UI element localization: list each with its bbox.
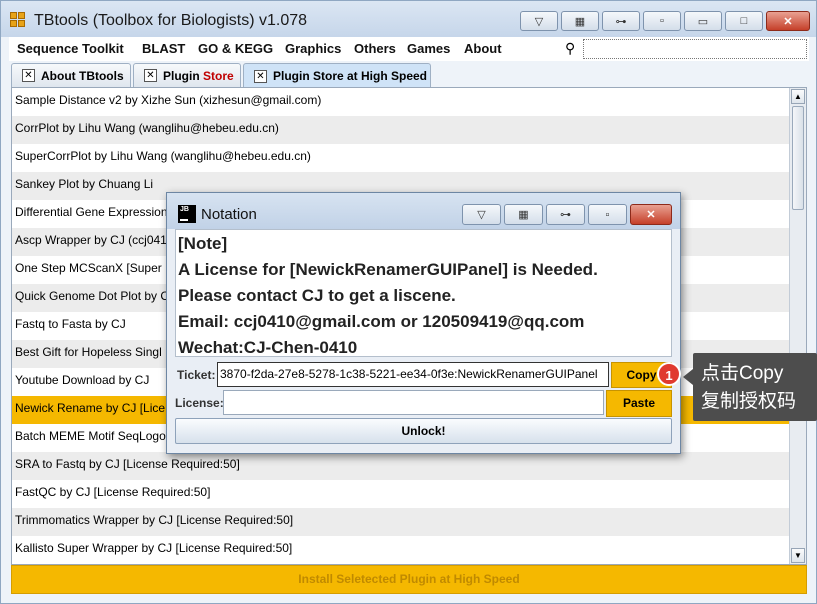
menu-graphics[interactable]: Graphics <box>285 41 341 56</box>
pin-icon[interactable]: ⊶ <box>546 204 585 225</box>
tab-about-tbtools[interactable]: ✕ About TBtools <box>11 63 131 87</box>
menu-about[interactable]: About <box>464 41 502 56</box>
callout-line-2: 复制授权码 <box>701 391 797 412</box>
keyboard-icon[interactable]: ▦ <box>504 204 543 225</box>
scroll-up-icon[interactable]: ▲ <box>791 89 805 104</box>
unlock-button[interactable]: Unlock! <box>175 418 672 444</box>
tab-label-plain: Plugin <box>163 68 203 83</box>
plugin-row[interactable]: CorrPlot by Lihu Wang (wanglihu@hebeu.ed… <box>12 116 790 144</box>
scroll-thumb[interactable] <box>792 106 804 210</box>
close-tab-icon[interactable]: ✕ <box>22 69 35 82</box>
window-controls: ▽ ▦ ⊶ ▫ ▭ □ ✕ <box>520 11 810 31</box>
collapse-icon[interactable]: ▽ <box>462 204 501 225</box>
license-label: License: <box>175 396 224 410</box>
plugin-row[interactable]: SRA to Fastq by CJ [License Required:50] <box>12 452 790 480</box>
close-tab-icon[interactable]: ✕ <box>254 69 267 83</box>
pin-icon[interactable]: ⊶ <box>602 11 640 31</box>
tab-label-red: Store <box>203 68 234 83</box>
keyboard-icon[interactable]: ▦ <box>561 11 599 31</box>
search-input[interactable] <box>583 39 807 59</box>
plugin-row[interactable]: SuperCorrPlot by Lihu Wang (wanglihu@heb… <box>12 144 790 172</box>
collapse-icon[interactable]: ▽ <box>520 11 558 31</box>
scroll-down-icon[interactable]: ▼ <box>791 548 805 563</box>
plugin-row[interactable]: Kallisto Super Wrapper by CJ [License Re… <box>12 536 790 564</box>
search-icon[interactable]: ⚲ <box>565 40 575 57</box>
window-title: TBtools (Toolbox for Biologists) v1.078 <box>34 12 308 29</box>
plugin-row[interactable]: Sample Distance v2 by Xizhe Sun (xizhesu… <box>12 88 790 116</box>
title-bar[interactable]: TBtools (Toolbox for Biologists) v1.078 … <box>1 1 816 37</box>
menu-blast[interactable]: BLAST <box>142 41 185 56</box>
menu-others[interactable]: Others <box>354 41 396 56</box>
tab-plugin-store-high-speed[interactable]: ✕ Plugin Store at High Speed <box>243 63 431 88</box>
menu-bar: Sequence Toolkit BLAST GO & KEGG Graphic… <box>9 37 809 61</box>
menu-go-kegg[interactable]: GO & KEGG <box>198 41 273 56</box>
ticket-label: Ticket: <box>177 368 216 382</box>
close-tab-icon[interactable]: ✕ <box>144 69 157 82</box>
tab-label: About TBtools <box>41 68 124 83</box>
callout-line-1: 点击Copy <box>701 363 784 384</box>
minimize-icon[interactable]: ▫ <box>588 204 627 225</box>
notation-dialog: JB Notation ▽ ▦ ⊶ ▫ ✕ [Note] A License f… <box>166 192 681 454</box>
restore-icon[interactable]: ▭ <box>684 11 722 31</box>
note-line: [Note] <box>178 234 228 253</box>
dialog-title: Notation <box>201 206 257 223</box>
maximize-icon[interactable]: □ <box>725 11 763 31</box>
close-icon[interactable]: ✕ <box>630 204 672 225</box>
step-badge: 1 <box>657 362 681 386</box>
minimize-icon[interactable]: ▫ <box>643 11 681 31</box>
note-text-area: [Note] A License for [NewickRenamerGUIPa… <box>175 229 672 357</box>
ticket-field[interactable]: 3870-f2da-27e8-5278-1c38-5221-ee34-0f3e:… <box>217 362 609 387</box>
close-icon[interactable]: ✕ <box>766 11 810 31</box>
dialog-window-controls: ▽ ▦ ⊶ ▫ ✕ <box>462 204 672 225</box>
plugin-row[interactable]: Trimmomatics Wrapper by CJ [License Requ… <box>12 508 790 536</box>
dialog-title-bar[interactable]: JB Notation ▽ ▦ ⊶ ▫ ✕ <box>167 193 680 229</box>
note-line: Please contact CJ to get a liscene. <box>178 286 456 305</box>
vertical-scrollbar[interactable]: ▲ ▼ <box>789 88 806 564</box>
tab-label: Plugin Store at High Speed <box>273 69 428 83</box>
note-line: A License for [NewickRenamerGUIPanel] is… <box>178 260 598 279</box>
install-button[interactable]: Install Seletected Plugin at High Speed <box>11 565 807 594</box>
tab-plugin-store[interactable]: ✕ Plugin Store <box>133 63 241 87</box>
tab-label: Plugin Store <box>163 69 234 83</box>
license-field[interactable] <box>223 390 604 415</box>
plugin-row[interactable]: FastQC by CJ [License Required:50] <box>12 480 790 508</box>
menu-sequence-toolkit[interactable]: Sequence Toolkit <box>17 41 124 56</box>
paste-button[interactable]: Paste <box>606 390 672 417</box>
note-line: Email: ccj0410@gmail.com or 120509419@qq… <box>178 312 585 331</box>
jb-icon: JB <box>178 205 196 223</box>
note-line: Wechat:CJ-Chen-0410 <box>178 338 358 357</box>
menu-games[interactable]: Games <box>407 41 450 56</box>
instruction-callout: 点击Copy 复制授权码 <box>683 353 817 421</box>
app-icon <box>10 12 26 28</box>
